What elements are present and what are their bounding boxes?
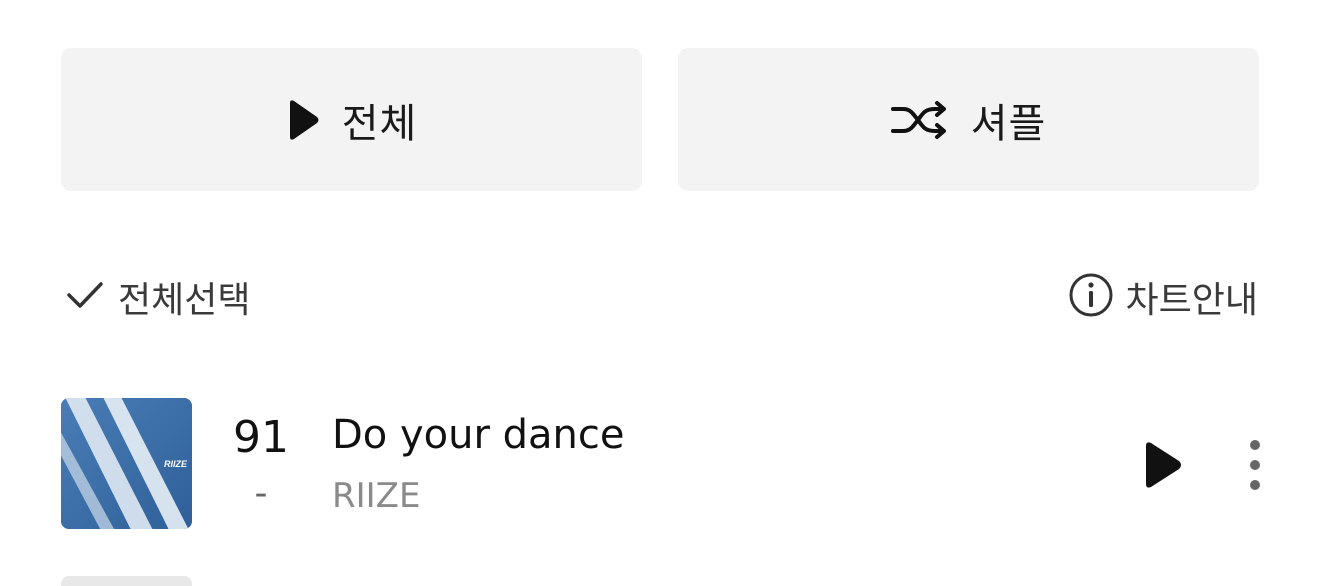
svg-text:RIIZE: RIIZE xyxy=(164,459,188,469)
select-all-toggle[interactable]: 전체선택 xyxy=(66,272,250,322)
play-all-label: 전체 xyxy=(341,100,418,147)
track-play-button[interactable] xyxy=(1140,440,1184,490)
track-title: Do your dance xyxy=(332,412,625,458)
track-rank: 91 xyxy=(233,412,289,463)
rank-change: - xyxy=(254,473,268,514)
check-icon xyxy=(66,280,104,314)
play-icon xyxy=(1146,442,1181,488)
more-options-button[interactable] xyxy=(1238,438,1272,492)
play-icon xyxy=(286,99,320,141)
shuffle-icon xyxy=(890,100,949,140)
track-artist[interactable]: RIIZE xyxy=(332,476,420,516)
next-track-album-art xyxy=(61,576,192,586)
track-row[interactable]: RIIZE 91 - Do your dance RIIZE xyxy=(0,398,1320,532)
shuffle-label: 셔플 xyxy=(970,100,1047,147)
chart-info-button[interactable]: 차트안내 xyxy=(1068,272,1258,322)
chart-info-label: 차트안내 xyxy=(1125,280,1258,321)
select-all-label: 전체선택 xyxy=(118,280,251,321)
info-icon xyxy=(1068,272,1114,322)
play-all-button[interactable]: 전체 xyxy=(61,48,642,191)
album-art: RIIZE xyxy=(61,398,192,529)
more-vertical-icon xyxy=(1250,440,1260,490)
shuffle-button[interactable]: 셔플 xyxy=(678,48,1259,191)
